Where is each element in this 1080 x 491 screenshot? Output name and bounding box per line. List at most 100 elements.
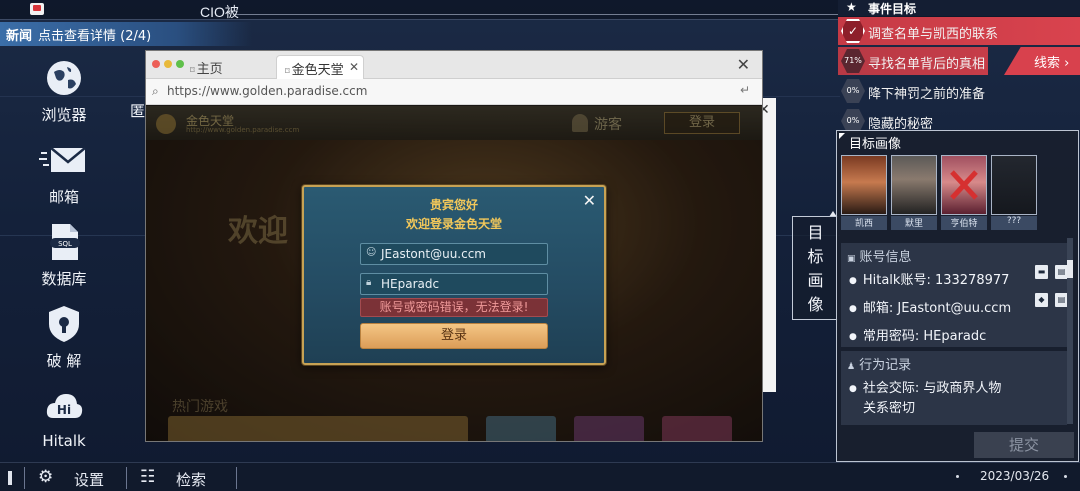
section-heading: ▣ 账号信息	[847, 250, 912, 265]
title-divider	[236, 14, 842, 15]
portrait-humbert[interactable]	[941, 155, 987, 215]
star-icon: ★	[846, 0, 857, 14]
background-window-edge	[762, 98, 776, 392]
desktop-icon-label: 数据库	[41, 270, 87, 288]
goals-title: 事件目标	[868, 2, 917, 16]
target-portrait-tab[interactable]: 目 标 画 像	[792, 216, 838, 320]
password-field[interactable]: 🔒︎ HEparadc	[360, 273, 548, 295]
desktop-icon-label: Hitalk	[42, 432, 86, 450]
gear-icon[interactable]: ⚙	[38, 467, 53, 487]
list-search-icon[interactable]: ☷	[140, 467, 155, 487]
taskbar-settings[interactable]: 设置	[74, 469, 104, 490]
desktop-icon-hitalk[interactable]: Hi Hitalk	[24, 386, 104, 450]
taskbar-divider	[126, 467, 127, 489]
submit-button[interactable]: 提交	[974, 432, 1074, 458]
taskbar-dot	[956, 475, 959, 478]
taskbar-divider	[236, 467, 237, 489]
browser-close-icon[interactable]: ✕	[737, 55, 750, 74]
goal-text: 调查名单与凯西的联系	[868, 27, 999, 42]
account-field[interactable]: ☺ JEastont@uu.ccm	[360, 243, 548, 265]
vtab-char: 标	[807, 247, 824, 266]
desktop-icon-database[interactable]: SQL 数据库	[24, 222, 104, 289]
taskbar-handle[interactable]	[8, 471, 12, 485]
person-icon: ♟	[847, 362, 856, 372]
scrollbar-thumb[interactable]	[1067, 260, 1073, 278]
goal-text: 寻找名单背后的真相	[868, 57, 986, 72]
desktop-icon-mail[interactable]: 邮箱	[24, 140, 104, 207]
goal-item[interactable]: ✓ 调查名单与凯西的联系	[838, 17, 1080, 45]
login-error-message: 账号或密码错误，无法登录!	[360, 298, 548, 317]
bookmark-icon: ⌑	[190, 66, 195, 76]
chevron-right-icon: ›	[1060, 56, 1070, 71]
info-row: ● 常用密码: HEparadc	[849, 329, 987, 344]
news-tag: 新闻	[6, 28, 33, 44]
desktop-icon-browser[interactable]: 浏览器	[24, 58, 104, 125]
portrait-kaixi[interactable]	[841, 155, 887, 215]
section-heading: ♟ 行为记录	[847, 358, 912, 373]
tab-close-icon[interactable]: ✕	[349, 60, 359, 74]
password-value: HEparadc	[381, 277, 440, 291]
shield-lock-icon	[49, 306, 79, 342]
globe-icon	[47, 61, 81, 95]
dialog-welcome: 欢迎登录金色天堂	[405, 217, 502, 231]
vtab-char: 像	[807, 295, 824, 314]
sql-file-icon: SQL	[50, 224, 80, 260]
webpage: 金色天堂 http://www.golden.paradise.ccm 游客 登…	[146, 106, 762, 441]
chat-icon[interactable]: ▬	[1035, 265, 1048, 279]
goal-item[interactable]: 0% 降下神罚之前的准备	[838, 77, 1080, 105]
window-minimize-dot[interactable]	[164, 60, 172, 68]
portrait-name: ???	[991, 216, 1037, 230]
portrait-unknown[interactable]	[991, 155, 1037, 215]
goal-text: 降下神罚之前的准备	[868, 87, 986, 102]
id-card-icon: ▣	[847, 254, 856, 264]
user-icon: ☺	[366, 247, 377, 258]
info-row: ● Hitalk账号: 133278977	[849, 273, 1010, 288]
window-close-dot[interactable]	[152, 60, 160, 68]
portrait-moli[interactable]	[891, 155, 937, 215]
svg-text:SQL: SQL	[58, 240, 72, 248]
taskbar: ⚙ 设置 ☷ 检索 2023/03/26	[0, 462, 1080, 491]
bookmark-icon: ⌑	[285, 67, 290, 77]
address-bar[interactable]: ⌕ https://www.golden.paradise.ccm ↵	[146, 79, 762, 105]
tab-golden-paradise[interactable]: ⌑ 金色天堂 ✕	[276, 55, 364, 79]
login-button[interactable]: 登录	[360, 323, 548, 349]
tab-home[interactable]: ⌑ 主页	[182, 55, 272, 79]
clue-label: 线索	[1034, 56, 1061, 71]
window-title: CIO被	[200, 4, 239, 20]
tab-label: 主页	[196, 62, 223, 77]
vtab-char: 画	[807, 271, 824, 290]
enter-icon[interactable]: ↵	[740, 83, 750, 97]
search-icon: ⌕	[152, 84, 159, 98]
crossed-out-icon	[950, 170, 978, 200]
portrait-name: 亨伯特	[941, 216, 987, 230]
progress-badge: 0%	[841, 79, 865, 103]
shield-icon[interactable]: ◆	[1035, 293, 1048, 307]
taskbar-divider	[24, 467, 25, 489]
dialog-close-icon[interactable]: ✕	[583, 191, 596, 210]
news-ticker[interactable]: 新闻 点击查看详情 (2/4)	[0, 22, 252, 46]
taskbar-dot	[1064, 475, 1067, 478]
url-text[interactable]: https://www.golden.paradise.ccm	[167, 84, 367, 98]
behavior-record-section: ♟ 行为记录 ● 社会交际: 与政商界人物 关系密切	[841, 351, 1067, 425]
browser-tabbar: ⌑ 主页 ⌑ 金色天堂 ✕ ✕	[146, 51, 762, 79]
browser-window: ⌑ 主页 ⌑ 金色天堂 ✕ ✕ ⌕ https://www.golden.parad…	[145, 50, 763, 442]
taskbar-search[interactable]: 检索	[176, 469, 206, 490]
lock-icon: 🔒︎	[366, 277, 372, 288]
check-icon: ✓	[841, 19, 865, 43]
panel-corner-icon	[839, 133, 845, 139]
portrait-name: 凯西	[841, 216, 887, 230]
progress-badge: 71%	[841, 49, 865, 73]
login-dialog: 贵宾您好 欢迎登录金色天堂 ✕ ☺ JEastont@uu.ccm 🔒︎ HEp…	[302, 185, 606, 365]
news-text[interactable]: 点击查看详情 (2/4)	[38, 25, 151, 44]
desktop-icon-label: 浏览器	[41, 106, 87, 124]
taskbar-date: 2023/03/26	[980, 469, 1050, 483]
mail-icon	[39, 147, 86, 172]
info-row: ● 社会交际: 与政商界人物	[849, 381, 1002, 396]
info-row-continued: 关系密切	[863, 401, 916, 416]
dialog-greeting: 贵宾您好	[429, 198, 478, 212]
svg-text:Hi: Hi	[57, 403, 71, 417]
account-value: JEastont@uu.ccm	[381, 247, 486, 261]
account-info-section: ▣ 账号信息 ● Hitalk账号: 133278977 ● 邮箱: JEastont…	[841, 243, 1068, 347]
desktop-icon-crack[interactable]: 破 解	[24, 304, 104, 371]
notification-mail-icon[interactable]	[30, 3, 44, 15]
